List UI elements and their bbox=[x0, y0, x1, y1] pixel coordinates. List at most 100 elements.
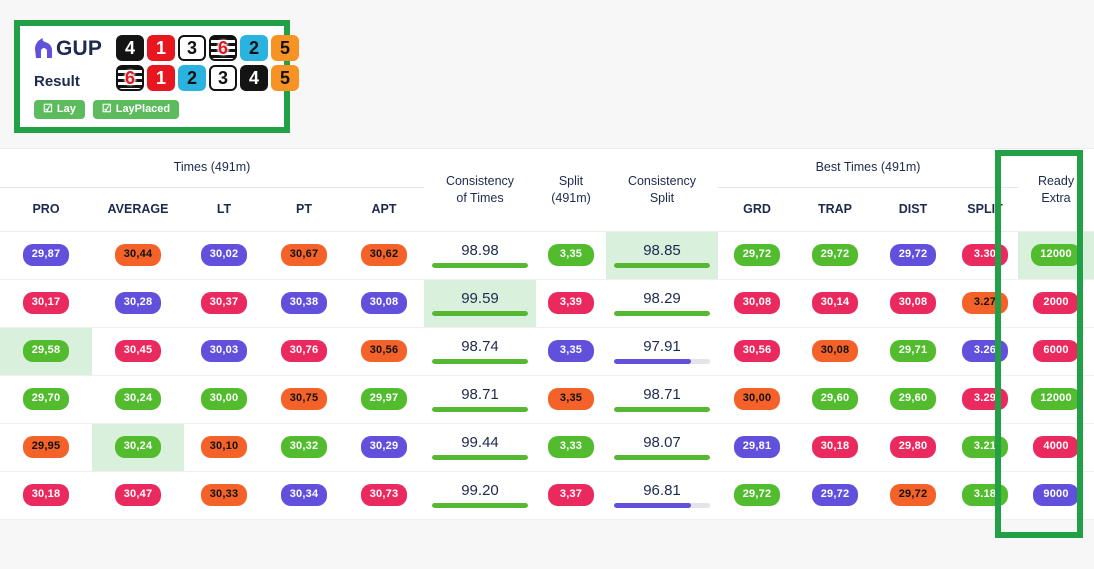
pt-cell: 30,75 bbox=[264, 375, 344, 423]
col-lt[interactable]: LT bbox=[184, 187, 264, 231]
consistency-of-times-meter: 99.59 bbox=[424, 291, 536, 316]
checkbox-checked-icon: ☑ bbox=[43, 103, 53, 115]
apt-badge: 30,73 bbox=[360, 484, 408, 506]
lt-badge: 30,33 bbox=[200, 484, 248, 506]
pro-cell: 29,95 bbox=[0, 423, 92, 471]
trap-box: 5 bbox=[271, 65, 299, 91]
dist-badge: 29,60 bbox=[889, 388, 937, 410]
col-split[interactable]: Split (491m) bbox=[536, 149, 606, 231]
consistency-split-bar-track bbox=[614, 310, 710, 316]
trap-box: 5 bbox=[271, 35, 299, 61]
col-apt[interactable]: APT bbox=[344, 187, 424, 231]
dist-cell: 29,72 bbox=[874, 471, 952, 519]
consistency-split-value: 98.85 bbox=[643, 241, 681, 259]
consistency-split-value: 96.81 bbox=[643, 481, 681, 499]
trap-box: 2 bbox=[240, 35, 268, 61]
result-card: GUP 4 1 3 6 2 5 Result 6 1 2 3 4 5 ☑ Lay… bbox=[14, 20, 299, 133]
pt-badge: 30,34 bbox=[280, 484, 328, 506]
trap-badge: 29,72 bbox=[811, 244, 859, 266]
average-badge: 30,24 bbox=[114, 388, 162, 410]
table-row[interactable]: 30,17 30,28 30,37 30,38 30,08 99.59 3,39 98.29 3… bbox=[0, 279, 1094, 327]
trap-cell: 30,08 bbox=[796, 327, 874, 375]
consistency-split-cell: 98.07 bbox=[606, 423, 718, 471]
brand-block: GUP bbox=[34, 34, 116, 62]
forecast-row: GUP 4 1 3 6 2 5 bbox=[34, 34, 299, 62]
table-row[interactable]: 29,58 30,45 30,03 30,76 30,56 98.74 3,35 97.91 3… bbox=[0, 327, 1094, 375]
trap-box: 3 bbox=[178, 35, 206, 61]
trap-box: 4 bbox=[116, 35, 144, 61]
pt-cell: 30,34 bbox=[264, 471, 344, 519]
spl-cell: 3.30 bbox=[952, 231, 1018, 279]
layplaced-tag[interactable]: ☑ LayPlaced bbox=[92, 100, 180, 120]
average-badge: 30,45 bbox=[114, 340, 162, 362]
group-best-times: Best Times (491m) bbox=[718, 149, 1019, 188]
table-row[interactable]: 29,95 30,24 30,10 30,32 30,29 99.44 3,33 98.07 2… bbox=[0, 423, 1094, 471]
col-pt[interactable]: PT bbox=[264, 187, 344, 231]
pt-badge: 30,38 bbox=[280, 292, 328, 314]
split-cell: 3,37 bbox=[536, 471, 606, 519]
spl-cell: 3.29 bbox=[952, 375, 1018, 423]
consistency-of-times-meter: 98.98 bbox=[424, 243, 536, 268]
consistency-split-bar-fill bbox=[614, 262, 710, 268]
average-cell: 30,24 bbox=[92, 423, 184, 471]
grd-cell: 30,00 bbox=[718, 375, 796, 423]
consistency-of-times-cell: 99.44 bbox=[424, 423, 536, 471]
col-consistency-split[interactable]: Consistency Split bbox=[606, 149, 718, 231]
consistency-of-times-bar-fill bbox=[432, 454, 528, 460]
table-row[interactable]: 30,18 30,47 30,33 30,34 30,73 99.20 3,37 96.81 2… bbox=[0, 471, 1094, 519]
table-row[interactable]: 29,70 30,24 30,00 30,75 29,97 98.71 3,35 98.71 3… bbox=[0, 375, 1094, 423]
col-split-best[interactable]: SPLIT bbox=[952, 187, 1018, 231]
lt-badge: 30,02 bbox=[200, 244, 248, 266]
pro-cell: 29,58 bbox=[0, 327, 92, 375]
trap-box: 3 bbox=[209, 65, 237, 91]
lt-cell: 30,33 bbox=[184, 471, 264, 519]
consistency-of-times-meter: 99.20 bbox=[424, 483, 536, 508]
consistency-split-bar-track bbox=[614, 406, 710, 412]
split-badge: 3,35 bbox=[548, 340, 594, 362]
table-row[interactable]: 29,87 30,44 30,02 30,67 30,62 98.98 3,35 98.85 2… bbox=[0, 231, 1094, 279]
dist-badge: 29,72 bbox=[889, 484, 937, 506]
average-badge: 30,44 bbox=[114, 244, 162, 266]
trap-badge: 30,08 bbox=[811, 340, 859, 362]
apt-cell: 30,08 bbox=[344, 279, 424, 327]
col-dist[interactable]: DIST bbox=[874, 187, 952, 231]
stats-table-container: Times (491m) Consistency of Times Split … bbox=[0, 148, 1094, 520]
trap-box: 2 bbox=[178, 65, 206, 91]
consistency-of-times-value: 98.71 bbox=[461, 385, 499, 403]
trap-badge: 30,18 bbox=[811, 436, 859, 458]
apt-cell: 30,29 bbox=[344, 423, 424, 471]
average-cell: 30,44 bbox=[92, 231, 184, 279]
ready-extra-badge: 12000 bbox=[1031, 388, 1081, 410]
average-cell: 30,24 bbox=[92, 375, 184, 423]
split-badge: 3,37 bbox=[548, 484, 594, 506]
col-average[interactable]: AVERAGE bbox=[92, 187, 184, 231]
forecast-traps: 4 1 3 6 2 5 bbox=[116, 35, 299, 61]
pt-badge: 30,67 bbox=[280, 244, 328, 266]
lay-tag[interactable]: ☑ Lay bbox=[34, 100, 85, 120]
consistency-split-value: 98.71 bbox=[643, 385, 681, 403]
consistency-split-cell: 97.91 bbox=[606, 327, 718, 375]
col-consistency-of-times[interactable]: Consistency of Times bbox=[424, 149, 536, 231]
consistency-of-times-cell: 99.59 bbox=[424, 279, 536, 327]
col-ready-extra[interactable]: Ready Extra bbox=[1018, 149, 1094, 231]
split-cell: 3,35 bbox=[536, 375, 606, 423]
col-grd[interactable]: GRD bbox=[718, 187, 796, 231]
apt-cell: 30,62 bbox=[344, 231, 424, 279]
consistency-split-cell: 96.81 bbox=[606, 471, 718, 519]
apt-badge: 30,62 bbox=[360, 244, 408, 266]
pro-cell: 29,87 bbox=[0, 231, 92, 279]
apt-badge: 30,56 bbox=[360, 340, 408, 362]
col-trap[interactable]: TRAP bbox=[796, 187, 874, 231]
trap-cell: 29,72 bbox=[796, 471, 874, 519]
spl-badge: 3.18 bbox=[962, 484, 1008, 506]
pro-badge: 30,18 bbox=[22, 484, 70, 506]
spl-badge: 3.26 bbox=[962, 340, 1008, 362]
consistency-of-times-bar-fill bbox=[432, 358, 528, 364]
lt-badge: 30,10 bbox=[200, 436, 248, 458]
col-pro[interactable]: PRO bbox=[0, 187, 92, 231]
dist-badge: 29,80 bbox=[889, 436, 937, 458]
consistency-split-value: 98.07 bbox=[643, 433, 681, 451]
result-tags: ☑ Lay ☑ LayPlaced bbox=[20, 91, 284, 120]
spl-badge: 3.29 bbox=[962, 388, 1008, 410]
consistency-of-times-cell: 98.98 bbox=[424, 231, 536, 279]
